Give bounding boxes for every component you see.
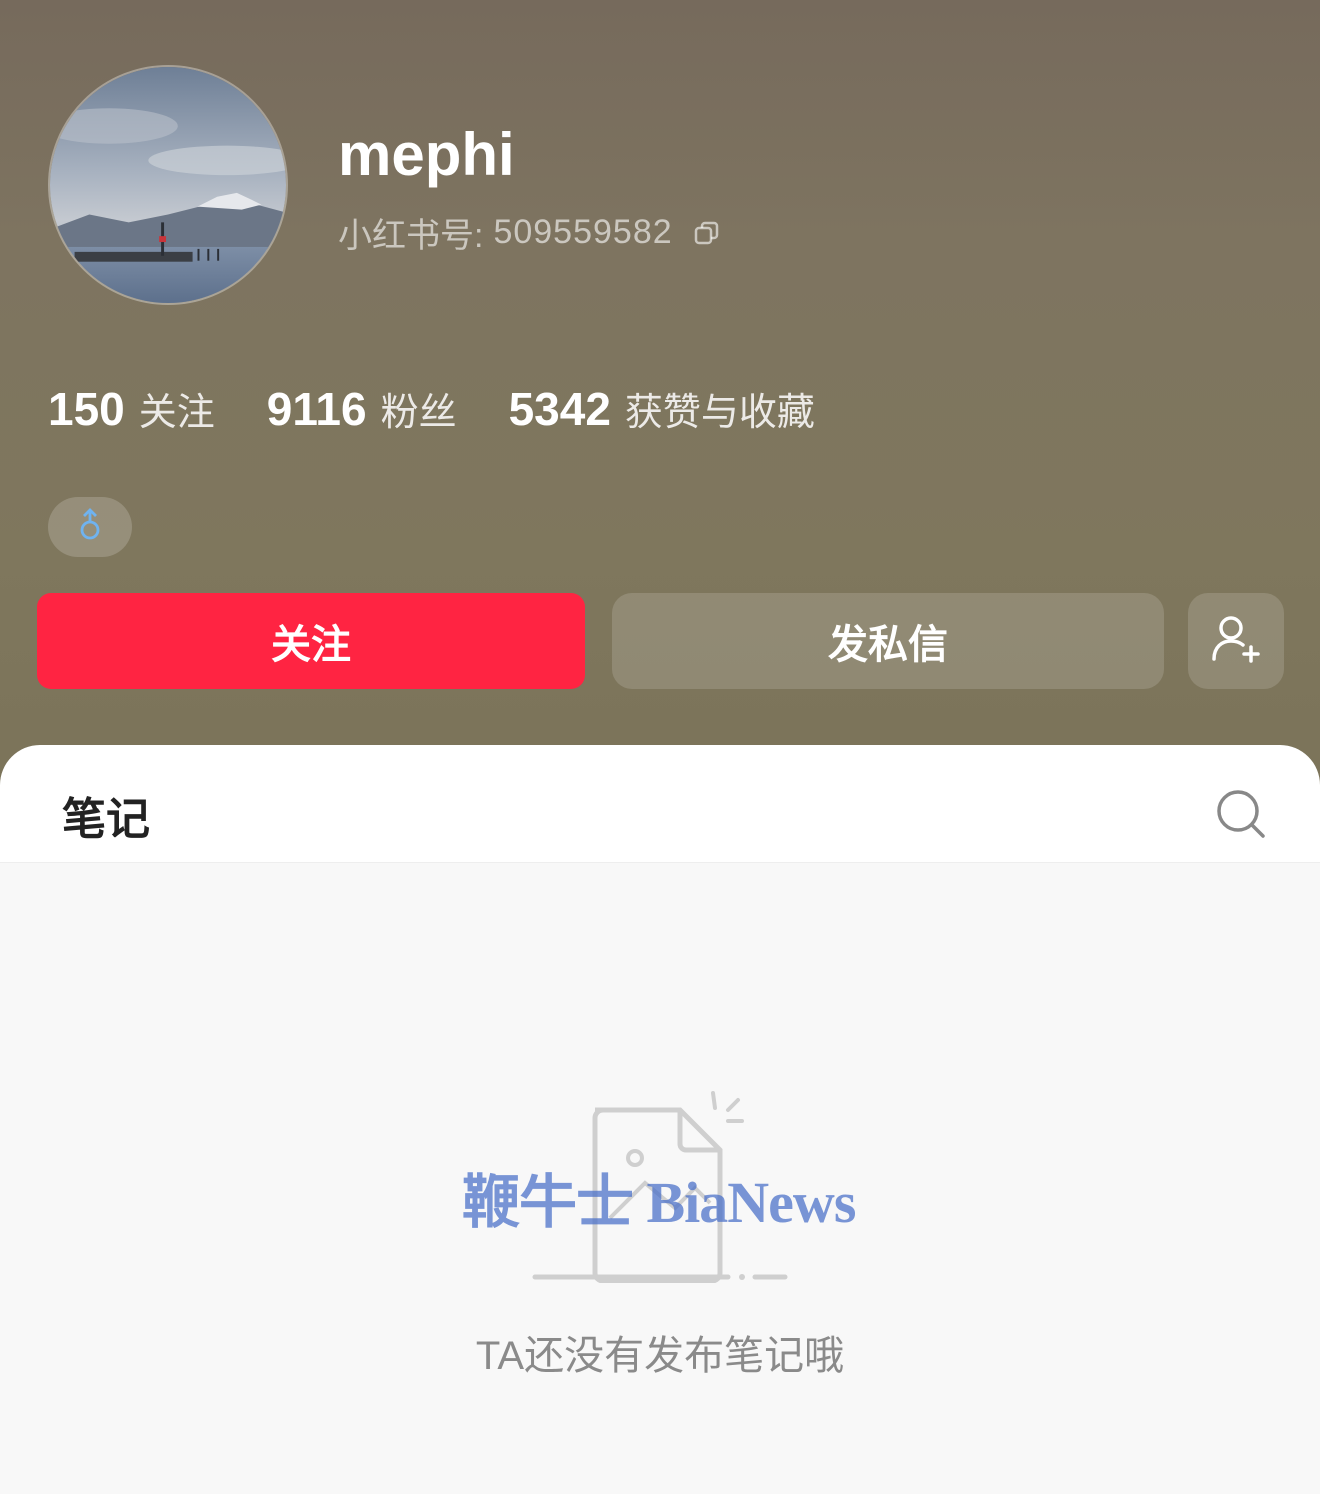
stat-likes-count: 5342 — [508, 382, 611, 435]
add-user-icon — [1211, 614, 1261, 669]
search-button[interactable] — [1214, 787, 1266, 839]
stat-following[interactable]: 150 关注 — [48, 381, 215, 436]
username: mephi — [338, 121, 515, 188]
stat-followers-label: 粉丝 — [380, 391, 457, 434]
content-tabbar: 笔记 — [0, 745, 1320, 863]
empty-state: 鞭牛士 BiaNews TA还没有发布笔记哦 — [0, 863, 1320, 1494]
male-icon — [78, 507, 102, 547]
stat-following-label: 关注 — [138, 391, 215, 434]
user-id-label: 小红书号: — [338, 216, 484, 255]
stat-followers-count: 9116 — [266, 382, 367, 435]
copy-icon[interactable] — [693, 218, 721, 246]
watermark: 鞭牛士 BiaNews — [462, 1170, 856, 1235]
stat-likes[interactable]: 5342 获赞与收藏 — [509, 381, 815, 436]
follow-button[interactable]: 关注 — [37, 593, 585, 689]
stat-following-count: 150 — [48, 382, 125, 435]
send-message-button[interactable]: 发私信 — [612, 593, 1164, 689]
stat-likes-label: 获赞与收藏 — [624, 391, 815, 434]
user-id-value: 509559582 — [493, 212, 673, 251]
profile-header: mephi 小红书号: 509559582 150 关注 9116 粉丝 534… — [0, 0, 1320, 800]
profile-stats: 150 关注 9116 粉丝 5342 获赞与收藏 — [48, 378, 867, 438]
avatar[interactable] — [48, 65, 288, 305]
empty-state-message: TA还没有发布笔记哦 — [475, 1334, 845, 1378]
add-friend-button[interactable] — [1188, 593, 1284, 689]
search-icon — [1214, 790, 1266, 843]
gender-badge — [48, 497, 132, 557]
user-id-row: 小红书号: 509559582 — [338, 208, 721, 256]
stat-followers[interactable]: 9116 粉丝 — [267, 381, 457, 436]
tab-notes[interactable]: 笔记 — [62, 783, 150, 847]
